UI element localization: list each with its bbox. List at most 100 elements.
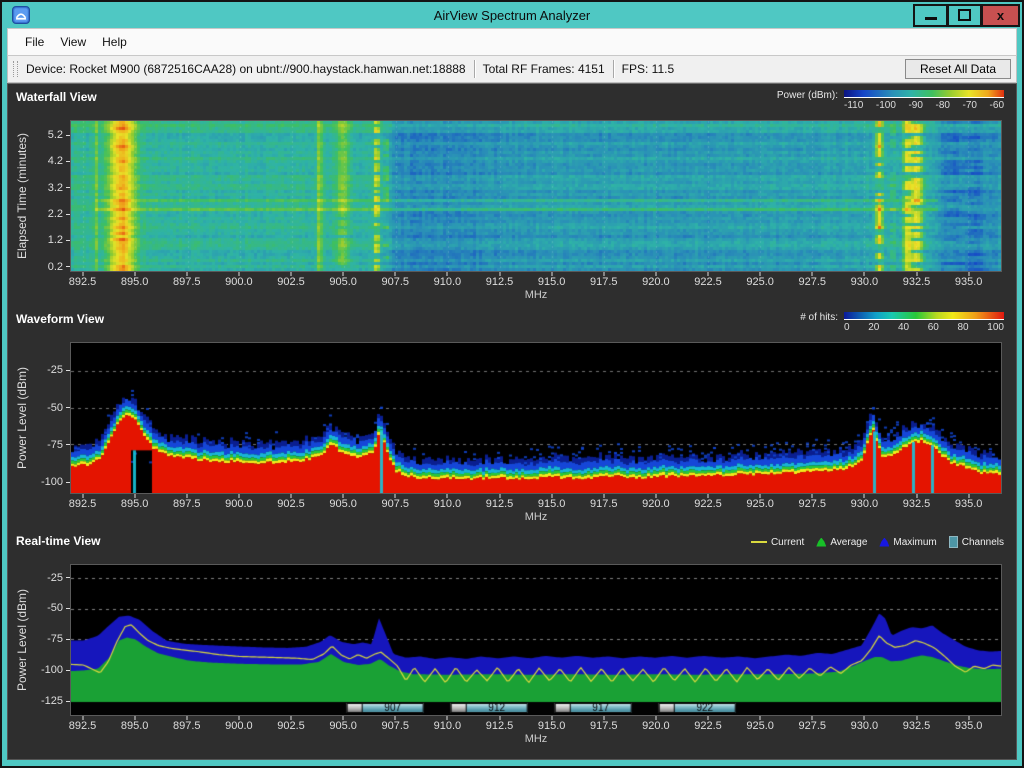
x-tick-label: 910.0: [434, 276, 462, 288]
legend-current: Current: [751, 537, 804, 548]
x-tick-label: 900.0: [225, 498, 253, 510]
y-tick-label: 3.2: [48, 182, 70, 194]
realtime-xticks: 892.5895.0897.5900.0902.5905.0907.5910.0…: [70, 716, 1002, 733]
x-tick-label: 925.0: [746, 276, 774, 288]
y-tick-label: -25: [47, 364, 70, 376]
x-tick-label: 927.5: [798, 498, 826, 510]
x-tick-label: 932.5: [903, 498, 931, 510]
waterfall-xticks: 892.5895.0897.5900.0902.5905.0907.5910.0…: [70, 272, 1002, 289]
colorbar-tick: 60: [928, 322, 939, 333]
status-separator: [613, 60, 614, 78]
title-bar: AirView Spectrum Analyzer x: [2, 2, 1022, 28]
realtime-yticks: -25 -50 -75 -100 -125: [34, 564, 70, 716]
y-tick-label: -125: [41, 695, 70, 707]
menu-view[interactable]: View: [53, 32, 93, 52]
x-tick-label: 930.0: [851, 276, 879, 288]
y-tick-label: -50: [47, 602, 70, 614]
realtime-section: Real-time View CurrentAverageMaximumChan…: [8, 530, 1016, 747]
x-tick-label: 927.5: [798, 276, 826, 288]
close-button[interactable]: x: [981, 4, 1020, 27]
x-tick-label: 917.5: [590, 720, 618, 732]
realtime-title: Real-time View: [16, 534, 100, 548]
window-controls: x: [913, 4, 1020, 27]
y-tick-label: -100: [41, 476, 70, 488]
x-tick-label: 897.5: [173, 276, 201, 288]
power-legend-label: Power (dBm):: [777, 91, 838, 101]
realtime-legend: CurrentAverageMaximumChannels: [751, 536, 1004, 548]
waveform-plot: [70, 342, 1002, 494]
x-tick-label: 932.5: [903, 720, 931, 732]
y-tick-label: -75: [47, 633, 70, 645]
x-tick-label: 930.0: [851, 720, 879, 732]
waveform-title: Waveform View: [16, 312, 104, 326]
colorbar-tick: 20: [868, 322, 879, 333]
minimize-button[interactable]: [913, 4, 947, 27]
y-tick-label: -100: [41, 664, 70, 676]
x-tick-label: 920.0: [642, 720, 670, 732]
x-tick-label: 912.5: [486, 498, 514, 510]
fps-status: FPS: 11.5: [622, 62, 674, 76]
waterfall-xlabel: MHz: [70, 289, 1002, 303]
x-tick-label: 912.5: [486, 720, 514, 732]
x-tick-label: 915.0: [538, 276, 566, 288]
legend-average-icon: [816, 538, 826, 547]
x-tick-label: 900.0: [225, 276, 253, 288]
legend-channels: Channels: [949, 536, 1004, 548]
x-tick-label: 912.5: [486, 276, 514, 288]
maximize-button[interactable]: [947, 4, 981, 27]
legend-channels-icon: [949, 536, 958, 548]
colorbar-tick: 0: [844, 322, 850, 333]
colorbar-tick: 40: [898, 322, 909, 333]
y-tick-label: -25: [47, 572, 70, 584]
x-tick-label: 895.0: [121, 276, 149, 288]
toolbar-grip: [13, 61, 18, 77]
colorbar-tick: 100: [987, 322, 1004, 333]
window-body: File View Help Device: Rocket M900 (6872…: [7, 28, 1017, 760]
x-tick-label: 922.5: [694, 720, 722, 732]
x-tick-label: 910.0: [434, 720, 462, 732]
x-tick-label: 922.5: [694, 498, 722, 510]
x-tick-label: 907.5: [381, 720, 409, 732]
x-tick-label: 905.0: [329, 498, 357, 510]
x-tick-label: 925.0: [746, 498, 774, 510]
legend-maximum: Maximum: [879, 537, 936, 548]
x-tick-label: 902.5: [277, 276, 305, 288]
reset-all-data-button[interactable]: Reset All Data: [905, 59, 1011, 79]
waveform-yticks: -25-50-75-100: [34, 342, 70, 494]
x-tick-label: 900.0: [225, 720, 253, 732]
waterfall-plot: [70, 120, 1002, 272]
menu-help[interactable]: Help: [95, 32, 134, 52]
x-tick-label: 932.5: [903, 276, 931, 288]
waveform-section: Waveform View # of hits: 020406080100 Po…: [8, 308, 1016, 525]
waterfall-yticks: 5.24.23.22.21.20.2: [34, 120, 70, 272]
y-tick-label: -75: [47, 439, 70, 451]
colorbar-tick: -80: [935, 100, 949, 111]
x-tick-label: 925.0: [746, 720, 774, 732]
legend-maximum-icon: [879, 538, 889, 547]
x-tick-label: 917.5: [590, 498, 618, 510]
y-tick-label: 4.2: [48, 155, 70, 167]
x-tick-label: 892.5: [69, 498, 97, 510]
x-tick-label: 897.5: [173, 720, 201, 732]
hits-legend-label: # of hits:: [800, 313, 838, 323]
x-tick-label: 907.5: [381, 498, 409, 510]
y-tick-label: 5.2: [48, 129, 70, 141]
window-title: AirView Spectrum Analyzer: [2, 8, 1022, 23]
x-tick-label: 935.0: [955, 276, 983, 288]
x-tick-label: 892.5: [69, 720, 97, 732]
x-tick-label: 920.0: [642, 276, 670, 288]
x-tick-label: 935.0: [955, 720, 983, 732]
x-tick-label: 902.5: [277, 720, 305, 732]
x-tick-label: 907.5: [381, 276, 409, 288]
status-separator: [474, 60, 475, 78]
realtime-ylabel: Power Level (dBm): [10, 564, 34, 716]
x-tick-label: 905.0: [329, 276, 357, 288]
menu-bar: File View Help: [7, 28, 1017, 56]
x-tick-label: 922.5: [694, 276, 722, 288]
x-tick-label: 902.5: [277, 498, 305, 510]
colorbar-tick: 80: [958, 322, 969, 333]
realtime-xlabel: MHz: [70, 733, 1002, 747]
colorbar-tick: -90: [908, 100, 922, 111]
main-content: Waterfall View Power (dBm): -110-100-90-…: [7, 83, 1017, 760]
menu-file[interactable]: File: [18, 32, 51, 52]
